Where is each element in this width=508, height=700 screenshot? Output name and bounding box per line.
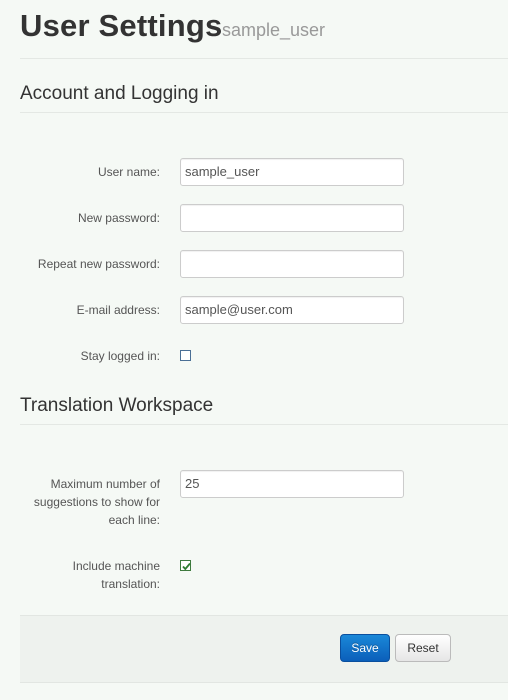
machine-translation-label: Include machine translation: xyxy=(72,559,160,591)
page-title: User Settings xyxy=(20,8,223,43)
page-subtitle: sample_user xyxy=(222,20,326,40)
new-password-input[interactable] xyxy=(180,204,404,232)
repeat-password-input[interactable] xyxy=(180,250,404,278)
max-suggestions-input[interactable] xyxy=(180,470,404,498)
form-actions: Save Reset xyxy=(20,615,508,683)
section-title-account: Account and Logging in xyxy=(20,83,508,113)
max-suggestions-label: Maximum number of suggestions to show fo… xyxy=(33,477,160,527)
email-input[interactable] xyxy=(180,296,404,324)
username-input[interactable] xyxy=(180,158,404,186)
repeat-password-label: Repeat new password: xyxy=(37,257,160,271)
new-password-label: New password: xyxy=(77,211,160,225)
save-button[interactable]: Save xyxy=(340,634,390,662)
user-settings-page: User Settings sample_user Account and Lo… xyxy=(20,0,508,700)
machine-translation-checkbox[interactable] xyxy=(180,560,191,571)
checkmark-icon xyxy=(182,562,191,571)
stay-logged-in-label: Stay logged in: xyxy=(80,349,160,363)
reset-button[interactable]: Reset xyxy=(395,634,451,662)
email-label: E-mail address: xyxy=(76,303,160,317)
username-label: User name: xyxy=(97,165,160,179)
section-title-translation: Translation Workspace xyxy=(20,395,508,425)
page-header: User Settings sample_user xyxy=(20,6,508,59)
stay-logged-in-checkbox[interactable] xyxy=(180,350,191,361)
